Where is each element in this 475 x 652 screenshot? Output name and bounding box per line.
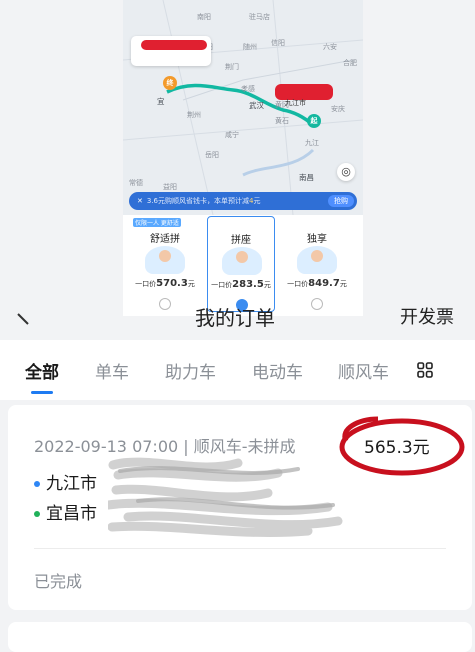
- passenger-illustration-icon: [145, 246, 185, 274]
- map-city-label: 荆门: [225, 63, 239, 71]
- page-title: 我的订单: [195, 306, 275, 330]
- radio-icon[interactable]: [159, 298, 171, 310]
- map-city-label: 常德: [129, 179, 143, 187]
- map-city-label: 安庆: [331, 105, 345, 113]
- start-location-card: [131, 36, 211, 66]
- map-city-label: 荆州: [187, 111, 201, 119]
- option-name: 拼座: [231, 235, 251, 246]
- to-label: 宜昌市: [46, 504, 97, 524]
- tab-bike[interactable]: 单车: [95, 358, 129, 383]
- passenger-illustration-icon: [297, 246, 337, 274]
- divider: [34, 548, 446, 549]
- option-price: 一口价283.5元: [211, 279, 271, 290]
- map-city-label: 驻马店: [249, 13, 270, 21]
- map-city-label: 孝感: [241, 85, 255, 93]
- buy-button[interactable]: 抢购: [328, 195, 354, 207]
- radio-icon[interactable]: [311, 298, 323, 310]
- ride-options: 仅限一人 更舒适 舒适拼 一口价570.3元 拼座 一口价283.5元 独享 一…: [131, 216, 355, 314]
- map-city-label: 黄石: [275, 117, 289, 125]
- tab-all[interactable]: 全部: [25, 358, 59, 383]
- map-city-label: 六安: [323, 43, 337, 51]
- map-city-label: 随州: [243, 43, 257, 51]
- ride-option-exclusive[interactable]: 独享 一口价849.7元: [283, 216, 351, 312]
- ride-option-comfort[interactable]: 仅限一人 更舒适 舒适拼 一口价570.3元: [131, 216, 199, 312]
- option-price: 一口价849.7元: [287, 278, 347, 289]
- destination-dot-icon: [34, 511, 40, 517]
- map-city-label: 合肥: [343, 59, 357, 67]
- map-city-label: 咸宁: [225, 131, 239, 139]
- embedded-screenshot: 南阳 驻马店 信阳 荆门 襄阳 随州 孝感 武汉 黄冈 荆州 鄂州 黄石 咸宁 …: [123, 0, 363, 316]
- origin-dot-icon: [34, 481, 40, 487]
- order-from: 九江市: [34, 469, 97, 494]
- order-status: 已完成: [34, 572, 83, 591]
- order-card[interactable]: 2022-09-13 07:00 | 顺风车-未拼成 565.3元 九江市 宜昌…: [8, 405, 472, 610]
- map-city-label: 信阳: [271, 39, 285, 47]
- map-city-label: 益阳: [163, 183, 177, 191]
- locate-icon[interactable]: ◎: [337, 163, 355, 181]
- map-city-label: 南昌: [299, 173, 314, 182]
- ride-option-carpool[interactable]: 拼座 一口价283.5元: [207, 216, 275, 312]
- close-icon[interactable]: ✕: [137, 197, 143, 205]
- redaction-mark: [141, 40, 207, 50]
- tab-ebike[interactable]: 电动车: [252, 358, 303, 383]
- redaction-scribble: [108, 457, 343, 538]
- option-tag: 仅限一人 更舒适: [133, 218, 181, 227]
- option-name: 舒适拼: [150, 234, 180, 245]
- order-card[interactable]: [8, 622, 472, 652]
- end-location-label: 九江市: [285, 99, 306, 107]
- map-roads: [123, 0, 363, 215]
- map-city-label: 九江: [305, 139, 319, 147]
- promo-text: 3.6元购顺风省钱卡，本单预计减: [146, 197, 250, 205]
- option-name: 独享: [307, 234, 327, 245]
- active-tab-indicator: [31, 391, 53, 394]
- tab-assist-bike[interactable]: 助力车: [165, 358, 216, 383]
- route-map[interactable]: 南阳 驻马店 信阳 荆门 襄阳 随州 孝感 武汉 黄冈 荆州 鄂州 黄石 咸宁 …: [123, 0, 363, 215]
- tab-carpool[interactable]: 顺风车: [338, 358, 389, 383]
- order-price: 565.3元: [364, 438, 430, 458]
- grid-icon[interactable]: [417, 362, 433, 378]
- chevron-left-icon[interactable]: [16, 310, 30, 330]
- end-pin-icon: 起: [307, 114, 321, 128]
- map-city-label: 南阳: [197, 13, 211, 21]
- from-label: 九江市: [46, 474, 97, 494]
- passenger-illustration-icon: [222, 247, 262, 275]
- map-city-label: 宜: [157, 97, 165, 106]
- promo-unit: 元: [253, 197, 261, 205]
- map-city-label: 岳阳: [205, 151, 219, 159]
- order-to: 宜昌市: [34, 499, 97, 524]
- start-pin-icon: 终: [163, 76, 177, 90]
- promo-banner[interactable]: ✕ 3.6元购顺风省钱卡，本单预计减4元 抢购: [129, 192, 357, 210]
- map-city-label: 武汉: [249, 101, 264, 110]
- category-tabs: 全部 单车 助力车 电动车 顺风车: [0, 340, 475, 400]
- option-price: 一口价570.3元: [135, 278, 195, 289]
- invoice-button[interactable]: 开发票: [400, 303, 454, 333]
